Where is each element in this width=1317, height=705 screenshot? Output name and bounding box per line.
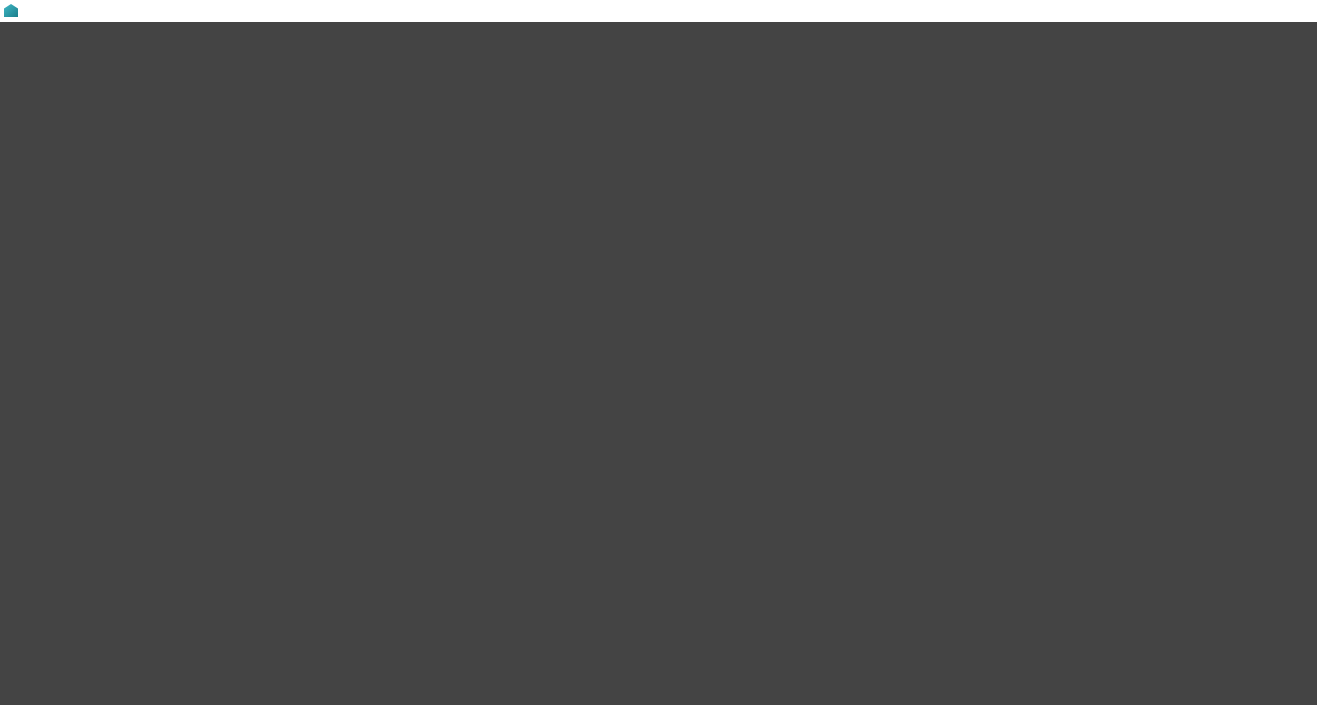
title-bar <box>0 0 1317 22</box>
minimize-button[interactable] <box>1225 0 1271 22</box>
maya-logo-icon <box>4 4 18 17</box>
